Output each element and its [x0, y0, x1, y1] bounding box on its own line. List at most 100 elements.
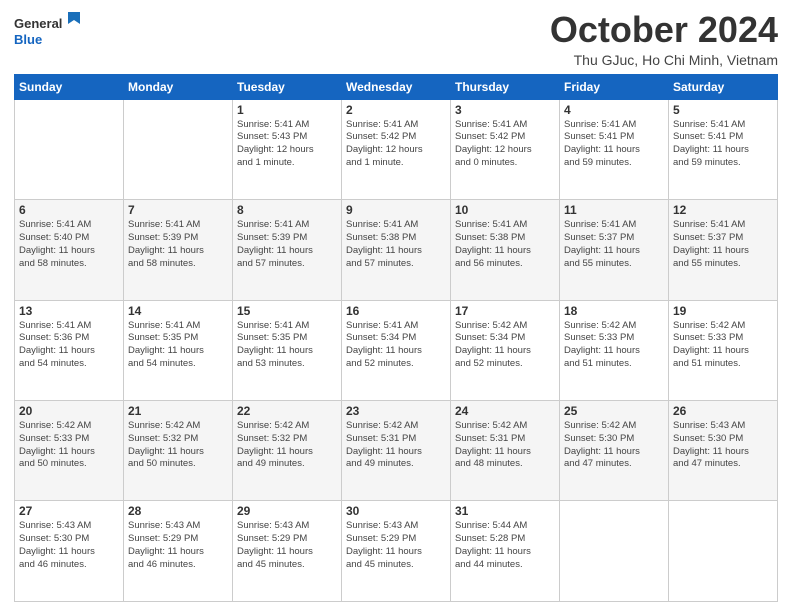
day-info: Sunrise: 5:41 AM Sunset: 5:37 PM Dayligh… — [673, 219, 773, 270]
day-number: 14 — [128, 304, 228, 318]
day-number: 29 — [237, 504, 337, 518]
calendar-week-4: 20Sunrise: 5:42 AM Sunset: 5:33 PM Dayli… — [15, 401, 778, 501]
logo-area: General Blue — [14, 10, 84, 55]
day-info: Sunrise: 5:41 AM Sunset: 5:34 PM Dayligh… — [346, 320, 446, 371]
calendar-cell — [669, 501, 778, 602]
day-info: Sunrise: 5:41 AM Sunset: 5:38 PM Dayligh… — [346, 219, 446, 270]
day-number: 31 — [455, 504, 555, 518]
day-number: 2 — [346, 103, 446, 117]
calendar-cell — [560, 501, 669, 602]
calendar-cell: 26 Sunrise: 5:43 AM Sunset: 5:30 PM Dayli… — [669, 401, 778, 501]
day-number: 8 — [237, 203, 337, 217]
day-info: Sunrise: 5:41 AM Sunset: 5:39 PM Dayligh… — [237, 219, 337, 270]
calendar-cell: 21Sunrise: 5:42 AM Sunset: 5:32 PM Dayli… — [124, 401, 233, 501]
calendar-cell: 30 Sunrise: 5:43 AM Sunset: 5:29 PM Dayli… — [342, 501, 451, 602]
day-number: 25 — [564, 404, 664, 418]
calendar-cell: 13Sunrise: 5:41 AM Sunset: 5:36 PM Dayli… — [15, 300, 124, 400]
calendar-cell: 16 Sunrise: 5:41 AM Sunset: 5:34 PM Dayli… — [342, 300, 451, 400]
day-info: Sunrise: 5:42 AM Sunset: 5:30 PM Dayligh… — [564, 420, 664, 471]
location-subtitle: Thu GJuc, Ho Chi Minh, Vietnam — [550, 52, 778, 68]
day-info: Sunrise: 5:43 AM Sunset: 5:30 PM Dayligh… — [19, 520, 119, 571]
day-number: 3 — [455, 103, 555, 117]
day-number: 27 — [19, 504, 119, 518]
day-info: Sunrise: 5:42 AM Sunset: 5:31 PM Dayligh… — [455, 420, 555, 471]
calendar-header-row: SundayMondayTuesdayWednesdayThursdayFrid… — [15, 74, 778, 99]
day-number: 16 — [346, 304, 446, 318]
day-info: Sunrise: 5:42 AM Sunset: 5:33 PM Dayligh… — [564, 320, 664, 371]
day-info: Sunrise: 5:41 AM Sunset: 5:40 PM Dayligh… — [19, 219, 119, 270]
day-header-sunday: Sunday — [15, 74, 124, 99]
day-info: Sunrise: 5:42 AM Sunset: 5:34 PM Dayligh… — [455, 320, 555, 371]
calendar-cell: 12 Sunrise: 5:41 AM Sunset: 5:37 PM Dayli… — [669, 200, 778, 300]
day-info: Sunrise: 5:42 AM Sunset: 5:33 PM Dayligh… — [673, 320, 773, 371]
day-info: Sunrise: 5:41 AM Sunset: 5:41 PM Dayligh… — [673, 119, 773, 170]
calendar-cell: 6Sunrise: 5:41 AM Sunset: 5:40 PM Daylig… — [15, 200, 124, 300]
day-number: 24 — [455, 404, 555, 418]
day-number: 11 — [564, 203, 664, 217]
svg-text:Blue: Blue — [14, 32, 42, 47]
calendar-week-3: 13Sunrise: 5:41 AM Sunset: 5:36 PM Dayli… — [15, 300, 778, 400]
calendar-cell — [15, 99, 124, 199]
day-info: Sunrise: 5:41 AM Sunset: 5:39 PM Dayligh… — [128, 219, 228, 270]
day-info: Sunrise: 5:43 AM Sunset: 5:29 PM Dayligh… — [346, 520, 446, 571]
day-number: 22 — [237, 404, 337, 418]
day-info: Sunrise: 5:43 AM Sunset: 5:30 PM Dayligh… — [673, 420, 773, 471]
day-number: 15 — [237, 304, 337, 318]
day-number: 20 — [19, 404, 119, 418]
day-number: 18 — [564, 304, 664, 318]
day-info: Sunrise: 5:41 AM Sunset: 5:35 PM Dayligh… — [237, 320, 337, 371]
calendar-cell — [124, 99, 233, 199]
day-info: Sunrise: 5:41 AM Sunset: 5:43 PM Dayligh… — [237, 119, 337, 170]
svg-text:General: General — [14, 16, 62, 31]
day-info: Sunrise: 5:41 AM Sunset: 5:41 PM Dayligh… — [564, 119, 664, 170]
calendar-week-2: 6Sunrise: 5:41 AM Sunset: 5:40 PM Daylig… — [15, 200, 778, 300]
day-header-wednesday: Wednesday — [342, 74, 451, 99]
day-number: 21 — [128, 404, 228, 418]
calendar-week-5: 27 Sunrise: 5:43 AM Sunset: 5:30 PM Dayli… — [15, 501, 778, 602]
header: General Blue October 2024 Thu GJuc, Ho C… — [14, 10, 778, 68]
calendar-cell: 20Sunrise: 5:42 AM Sunset: 5:33 PM Dayli… — [15, 401, 124, 501]
calendar-week-1: 1 Sunrise: 5:41 AM Sunset: 5:43 PM Daylig… — [15, 99, 778, 199]
day-number: 12 — [673, 203, 773, 217]
calendar-cell: 4 Sunrise: 5:41 AM Sunset: 5:41 PM Daylig… — [560, 99, 669, 199]
day-number: 1 — [237, 103, 337, 117]
day-info: Sunrise: 5:43 AM Sunset: 5:29 PM Dayligh… — [237, 520, 337, 571]
day-number: 28 — [128, 504, 228, 518]
day-header-thursday: Thursday — [451, 74, 560, 99]
calendar-cell: 25 Sunrise: 5:42 AM Sunset: 5:30 PM Dayli… — [560, 401, 669, 501]
calendar-cell: 2 Sunrise: 5:41 AM Sunset: 5:42 PM Daylig… — [342, 99, 451, 199]
calendar-cell: 24 Sunrise: 5:42 AM Sunset: 5:31 PM Dayli… — [451, 401, 560, 501]
day-number: 17 — [455, 304, 555, 318]
title-area: October 2024 Thu GJuc, Ho Chi Minh, Viet… — [550, 10, 778, 68]
day-info: Sunrise: 5:43 AM Sunset: 5:29 PM Dayligh… — [128, 520, 228, 571]
calendar-cell: 31Sunrise: 5:44 AM Sunset: 5:28 PM Dayli… — [451, 501, 560, 602]
day-info: Sunrise: 5:41 AM Sunset: 5:42 PM Dayligh… — [346, 119, 446, 170]
day-number: 10 — [455, 203, 555, 217]
calendar-cell: 7 Sunrise: 5:41 AM Sunset: 5:39 PM Daylig… — [124, 200, 233, 300]
day-info: Sunrise: 5:41 AM Sunset: 5:38 PM Dayligh… — [455, 219, 555, 270]
day-number: 4 — [564, 103, 664, 117]
calendar-cell: 23Sunrise: 5:42 AM Sunset: 5:31 PM Dayli… — [342, 401, 451, 501]
calendar-cell: 19Sunrise: 5:42 AM Sunset: 5:33 PM Dayli… — [669, 300, 778, 400]
page: General Blue October 2024 Thu GJuc, Ho C… — [0, 0, 792, 612]
day-number: 5 — [673, 103, 773, 117]
day-info: Sunrise: 5:41 AM Sunset: 5:36 PM Dayligh… — [19, 320, 119, 371]
month-title: October 2024 — [550, 10, 778, 50]
calendar-cell: 18 Sunrise: 5:42 AM Sunset: 5:33 PM Dayli… — [560, 300, 669, 400]
calendar-cell: 3Sunrise: 5:41 AM Sunset: 5:42 PM Daylig… — [451, 99, 560, 199]
day-header-friday: Friday — [560, 74, 669, 99]
calendar-cell: 11 Sunrise: 5:41 AM Sunset: 5:37 PM Dayli… — [560, 200, 669, 300]
day-number: 26 — [673, 404, 773, 418]
day-info: Sunrise: 5:41 AM Sunset: 5:35 PM Dayligh… — [128, 320, 228, 371]
day-number: 23 — [346, 404, 446, 418]
day-info: Sunrise: 5:41 AM Sunset: 5:37 PM Dayligh… — [564, 219, 664, 270]
day-number: 9 — [346, 203, 446, 217]
calendar-table: SundayMondayTuesdayWednesdayThursdayFrid… — [14, 74, 778, 602]
logo: General Blue — [14, 10, 84, 55]
calendar-cell: 10 Sunrise: 5:41 AM Sunset: 5:38 PM Dayli… — [451, 200, 560, 300]
calendar-cell: 17 Sunrise: 5:42 AM Sunset: 5:34 PM Dayli… — [451, 300, 560, 400]
day-number: 30 — [346, 504, 446, 518]
calendar-cell: 22Sunrise: 5:42 AM Sunset: 5:32 PM Dayli… — [233, 401, 342, 501]
day-header-saturday: Saturday — [669, 74, 778, 99]
day-number: 7 — [128, 203, 228, 217]
